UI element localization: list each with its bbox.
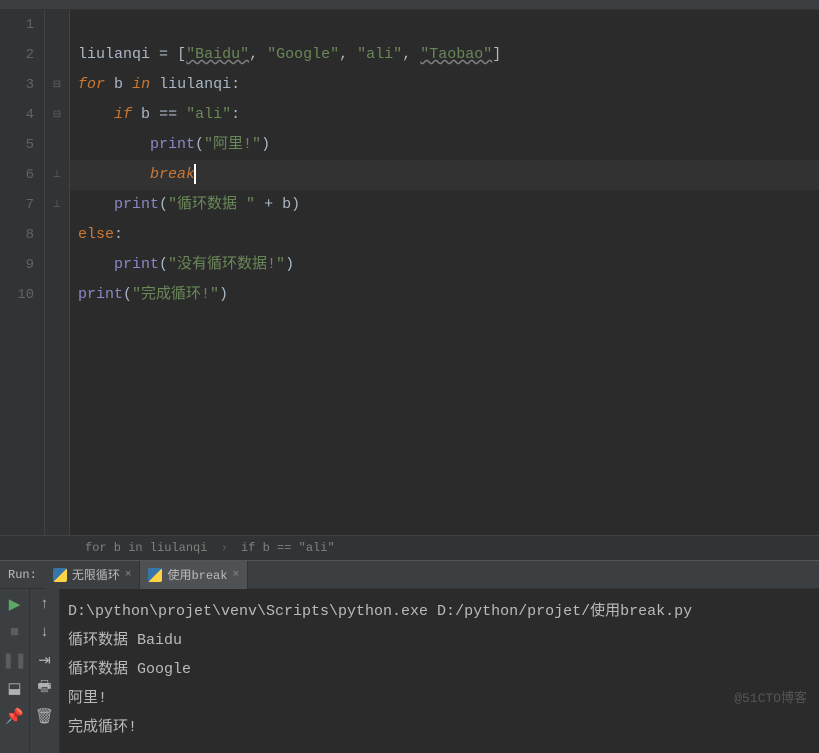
line-number-gutter: 1 2 3 4 5 6 7 8 9 10 [0,10,45,535]
chevron-right-icon: › [215,541,234,555]
down-arrow-icon[interactable]: ↓ [35,622,55,642]
console-line: 阿里! [68,684,811,713]
breadcrumb-item[interactable]: if b == "ali" [241,541,335,555]
run-tab-infinite-loop[interactable]: 无限循环 × [45,561,141,589]
line-number: 10 [0,280,34,310]
line-number: 2 [0,40,34,70]
code-line-3: for b in liulanqi: [70,70,819,100]
editor-area: 1 2 3 4 5 6 7 8 9 10 ⊟ ⊟ ⊥ ⊥ liulanqi = … [0,10,819,535]
run-panel: Run: 无限循环 × 使用break × ▶ ■ ❚❚ ⬓ 📌 ↑ ↓ ⇥ 🖶… [0,560,819,753]
run-header: Run: 无限循环 × 使用break × [0,561,819,589]
wrap-icon[interactable]: ⇥ [35,650,55,670]
breadcrumb-item[interactable]: for b in liulanqi [85,541,207,555]
console-line: 完成循环! [68,713,811,742]
fold-end-icon: ⊥ [45,190,69,220]
python-icon [53,568,67,582]
line-number: 4 [0,100,34,130]
code-line-8: else: [70,220,819,250]
up-arrow-icon[interactable]: ↑ [35,594,55,614]
code-line-7: print("循环数据 " + b) [70,190,819,220]
stop-icon[interactable]: ■ [5,622,25,642]
code-area[interactable]: liulanqi = ["Baidu", "Google", "ali", "T… [70,10,819,535]
fold-icon[interactable]: ⊟ [45,70,69,100]
tab-label: 使用break [167,566,227,583]
print-icon[interactable]: 🖶 [35,678,55,698]
run-tab-use-break[interactable]: 使用break × [140,561,248,589]
run-label: Run: [0,568,45,582]
line-number: 6 [0,160,34,190]
close-icon[interactable]: × [232,569,239,581]
code-line-5: print("阿里!") [70,130,819,160]
run-toolbar-right: ↑ ↓ ⇥ 🖶 🗑 [30,589,60,753]
watermark: @51CTO博客 [734,687,807,706]
code-line-2: liulanqi = ["Baidu", "Google", "ali", "T… [70,40,819,70]
console-line: 循环数据 Baidu [68,626,811,655]
code-line-9: print("没有循环数据!") [70,250,819,280]
pin-icon[interactable]: 📌 [5,706,25,726]
line-number: 8 [0,220,34,250]
tab-label: 无限循环 [72,566,120,583]
line-number: 9 [0,250,34,280]
pause-icon[interactable]: ❚❚ [5,650,25,670]
line-number: 1 [0,10,34,40]
run-toolbar-left: ▶ ■ ❚❚ ⬓ 📌 [0,589,30,753]
line-number: 7 [0,190,34,220]
console-line: D:\python\projet\venv\Scripts\python.exe… [68,597,811,626]
code-line-4: if b == "ali": [70,100,819,130]
play-icon[interactable]: ▶ [5,594,25,614]
code-line-10: print("完成循环!") [70,280,819,310]
console-output[interactable]: D:\python\projet\venv\Scripts\python.exe… [60,589,819,753]
console-line: 循环数据 Google [68,655,811,684]
breadcrumb[interactable]: for b in liulanqi › if b == "ali" [0,535,819,560]
fold-gutter: ⊟ ⊟ ⊥ ⊥ [45,10,70,535]
toolbar-strip [0,0,819,10]
line-number: 3 [0,70,34,100]
code-line-6: break [70,160,819,190]
close-icon[interactable]: × [125,569,132,581]
fold-end-icon: ⊥ [45,160,69,190]
code-line-1 [70,10,819,40]
python-icon [148,568,162,582]
caret [194,164,196,184]
layout-icon[interactable]: ⬓ [5,678,25,698]
line-number: 5 [0,130,34,160]
trash-icon[interactable]: 🗑 [35,706,55,726]
fold-icon[interactable]: ⊟ [45,100,69,130]
